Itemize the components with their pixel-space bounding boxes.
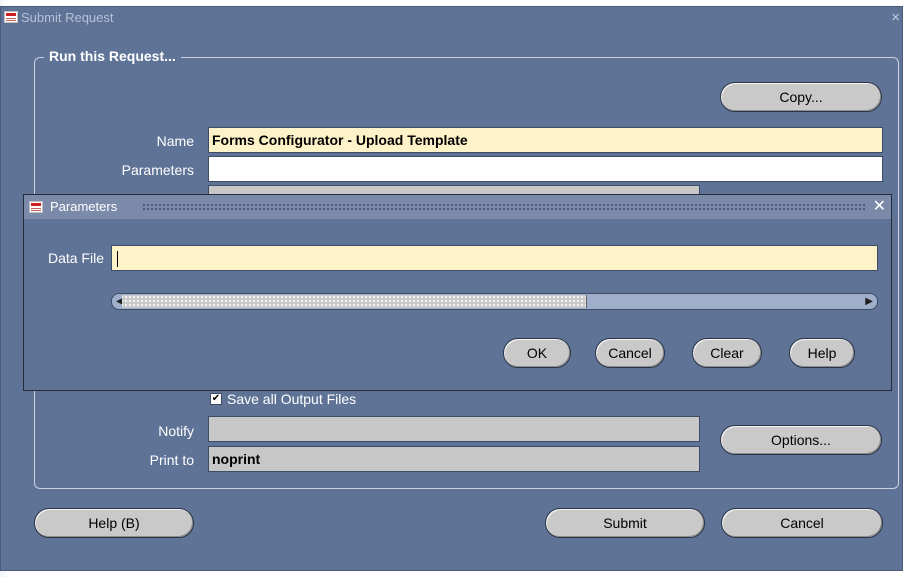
print-to-field[interactable]: noprint — [208, 446, 700, 472]
ok-button[interactable]: OK — [503, 338, 571, 368]
save-output-checkbox[interactable]: ✔ — [210, 393, 222, 405]
horizontal-scrollbar[interactable]: ◀ ▶ — [111, 293, 878, 310]
window-title-bar: Submit Request × — [1, 7, 902, 29]
parameters-label: Parameters — [121, 162, 194, 178]
print-to-label: Print to — [149, 452, 194, 468]
dialog-close-icon[interactable]: ✕ — [873, 195, 886, 219]
dialog-cancel-button[interactable]: Cancel — [595, 338, 665, 368]
notify-field[interactable] — [208, 416, 700, 442]
dialog-help-button-label: Help — [807, 345, 837, 361]
group-label: Run this Request... — [44, 48, 181, 64]
scroll-right-icon[interactable]: ▶ — [865, 294, 873, 309]
oracle-app-icon — [4, 11, 18, 23]
close-icon[interactable]: × — [891, 7, 900, 29]
help-b-button[interactable]: Help (B) — [34, 508, 194, 538]
save-output-label: Save all Output Files — [227, 391, 357, 407]
submit-button-label: Submit — [603, 515, 647, 531]
dialog-help-button[interactable]: Help — [789, 338, 855, 368]
clear-button[interactable]: Clear — [692, 338, 762, 368]
name-label: Name — [156, 133, 194, 149]
cancel-button-label: Cancel — [780, 515, 824, 531]
clear-button-label: Clear — [710, 345, 744, 361]
help-b-button-label: Help (B) — [88, 515, 140, 531]
text-cursor — [117, 251, 118, 268]
options-button-label: Options... — [771, 432, 831, 448]
parameters-dialog-title-bar: Parameters ✕ — [24, 195, 891, 219]
scrollbar-thumb[interactable] — [122, 295, 587, 308]
window-title: Submit Request — [21, 10, 114, 25]
title-bar-texture — [142, 203, 867, 211]
dialog-cancel-button-label: Cancel — [608, 345, 652, 361]
parameters-field[interactable] — [208, 156, 883, 182]
options-button[interactable]: Options... — [720, 425, 882, 455]
copy-button-label: Copy... — [779, 89, 823, 105]
data-file-label: Data File — [47, 250, 104, 266]
data-file-field[interactable] — [111, 245, 878, 271]
copy-button[interactable]: Copy... — [720, 82, 882, 112]
oracle-app-icon — [29, 201, 43, 213]
submit-button[interactable]: Submit — [545, 508, 705, 538]
parameters-dialog-title: Parameters — [50, 199, 118, 214]
notify-label: Notify — [158, 423, 194, 439]
name-field[interactable]: Forms Configurator - Upload Template — [208, 127, 883, 153]
ok-button-label: OK — [526, 345, 548, 361]
cancel-button[interactable]: Cancel — [721, 508, 883, 538]
